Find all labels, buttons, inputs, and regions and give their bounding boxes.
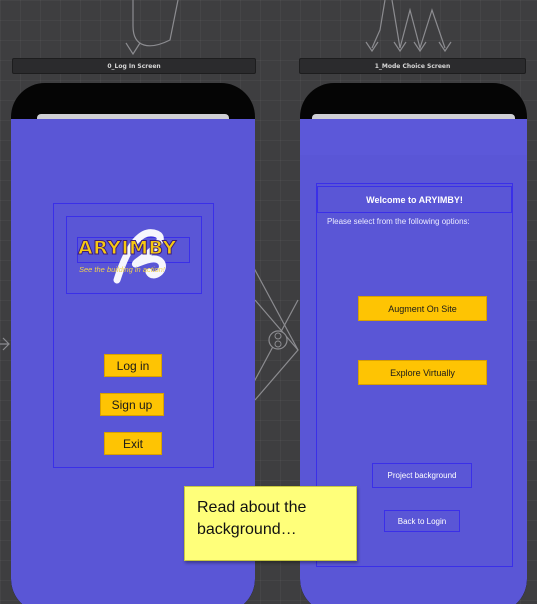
project-background-button[interactable]: Project background: [372, 463, 472, 488]
back-to-login-button[interactable]: Back to Login: [384, 510, 460, 532]
segue-circle-icon[interactable]: [268, 330, 288, 350]
augment-on-site-button[interactable]: Augment On Site: [358, 296, 487, 321]
annotation-line-2: background…: [197, 521, 297, 538]
nav-area: [300, 119, 527, 155]
scene-title-login[interactable]: 0_Log In Screen: [12, 58, 256, 74]
exit-button[interactable]: Exit: [104, 432, 162, 455]
logo-subtitle: See the building in action!: [79, 265, 165, 274]
storyboard-canvas: 0_Log In Screen 1_Mode Choice Screen ARY…: [0, 0, 537, 604]
annotation-note: Read about the background…: [184, 486, 357, 561]
logo-title: ARYIMBY: [78, 237, 177, 260]
welcome-label: Welcome to ARYIMBY!: [317, 186, 512, 213]
scene-title-mode-choice[interactable]: 1_Mode Choice Screen: [299, 58, 526, 74]
instruction-label: Please select from the following options…: [327, 217, 470, 226]
login-button[interactable]: Log in: [104, 354, 162, 377]
signup-button[interactable]: Sign up: [100, 393, 164, 416]
annotation-line-1: Read about the: [197, 499, 307, 516]
explore-virtually-button[interactable]: Explore Virtually: [358, 360, 487, 385]
